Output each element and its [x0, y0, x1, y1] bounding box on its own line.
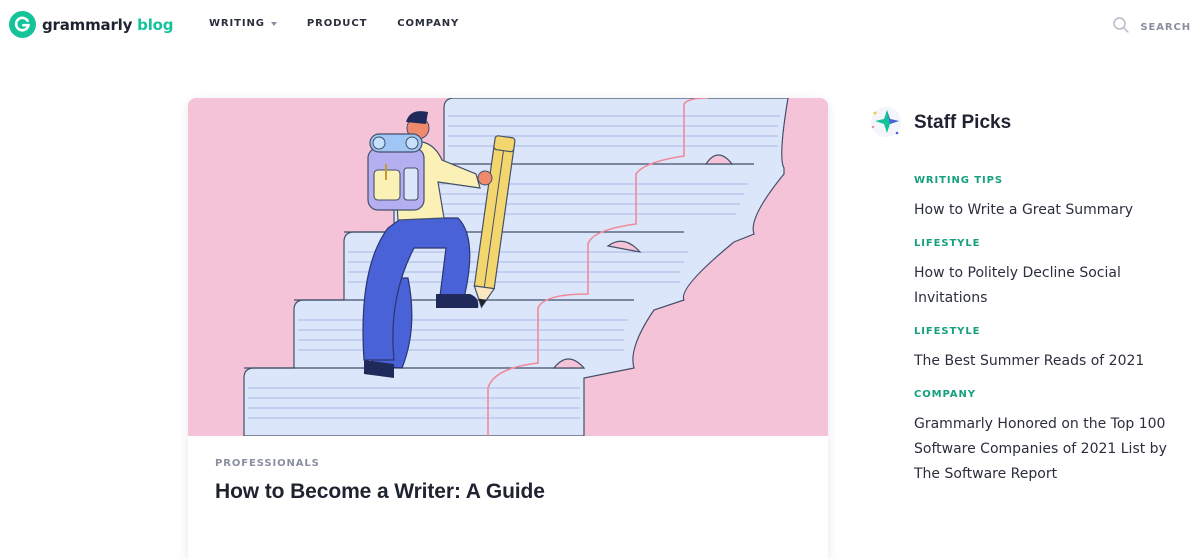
logo-blog: blog — [137, 15, 174, 34]
featured-category[interactable]: PROFESSIONALS — [215, 458, 320, 469]
sparkle-star-icon — [868, 104, 902, 142]
chevron-down-icon — [270, 21, 277, 26]
nav-writing[interactable]: WRITING — [209, 18, 277, 29]
list-item[interactable]: LIFESTYLE The Best Summer Reads of 2021 — [914, 325, 1168, 374]
grammarly-blog-logo[interactable]: grammarly blog — [9, 11, 173, 38]
staff-picks-sidebar: Staff Picks WRITING TIPS How to Write a … — [868, 104, 1168, 482]
nav-company-label: COMPANY — [397, 18, 460, 29]
featured-article-card[interactable]: PROFESSIONALS How to Become a Writer: A … — [188, 98, 828, 559]
pick-category[interactable]: WRITING TIPS — [914, 174, 1168, 188]
staff-picks-list: WRITING TIPS How to Write a Great Summar… — [914, 174, 1168, 501]
staff-picks-title: Staff Picks — [914, 112, 1012, 133]
nav-product-label: PRODUCT — [306, 18, 368, 29]
search-icon — [1112, 16, 1130, 38]
logo-word: grammarly — [42, 15, 133, 34]
main-nav: WRITING PRODUCT COMPANY — [209, 18, 459, 29]
pick-category[interactable]: LIFESTYLE — [914, 237, 1168, 251]
site-header: grammarly blog WRITING PRODUCT COMPANY SE… — [0, 0, 1200, 50]
pick-category[interactable]: LIFESTYLE — [914, 325, 1168, 339]
search-button[interactable]: SEARCH — [1112, 16, 1191, 38]
search-label: SEARCH — [1140, 21, 1191, 33]
pick-title[interactable]: How to Politely Decline Social Invitatio… — [914, 261, 1168, 311]
list-item[interactable]: LIFESTYLE How to Politely Decline Social… — [914, 237, 1168, 311]
pick-category[interactable]: COMPANY — [914, 388, 1168, 402]
pick-title[interactable]: Grammarly Honored on the Top 100 Softwar… — [914, 412, 1168, 487]
pick-title[interactable]: The Best Summer Reads of 2021 — [914, 349, 1168, 374]
nav-product[interactable]: PRODUCT — [307, 18, 367, 29]
nav-writing-label: WRITING — [209, 18, 265, 29]
featured-title[interactable]: How to Become a Writer: A Guide — [215, 480, 545, 504]
logo-text: grammarly blog — [42, 16, 173, 34]
list-item[interactable]: COMPANY Grammarly Honored on the Top 100… — [914, 388, 1168, 487]
pick-title[interactable]: How to Write a Great Summary — [914, 198, 1168, 223]
list-item[interactable]: WRITING TIPS How to Write a Great Summar… — [914, 174, 1168, 223]
nav-company[interactable]: COMPANY — [397, 18, 459, 29]
featured-hero-image — [188, 98, 828, 437]
staff-picks-header: Staff Picks — [868, 104, 1168, 142]
grammarly-g-icon — [9, 11, 36, 38]
climber-illustration — [188, 98, 828, 437]
